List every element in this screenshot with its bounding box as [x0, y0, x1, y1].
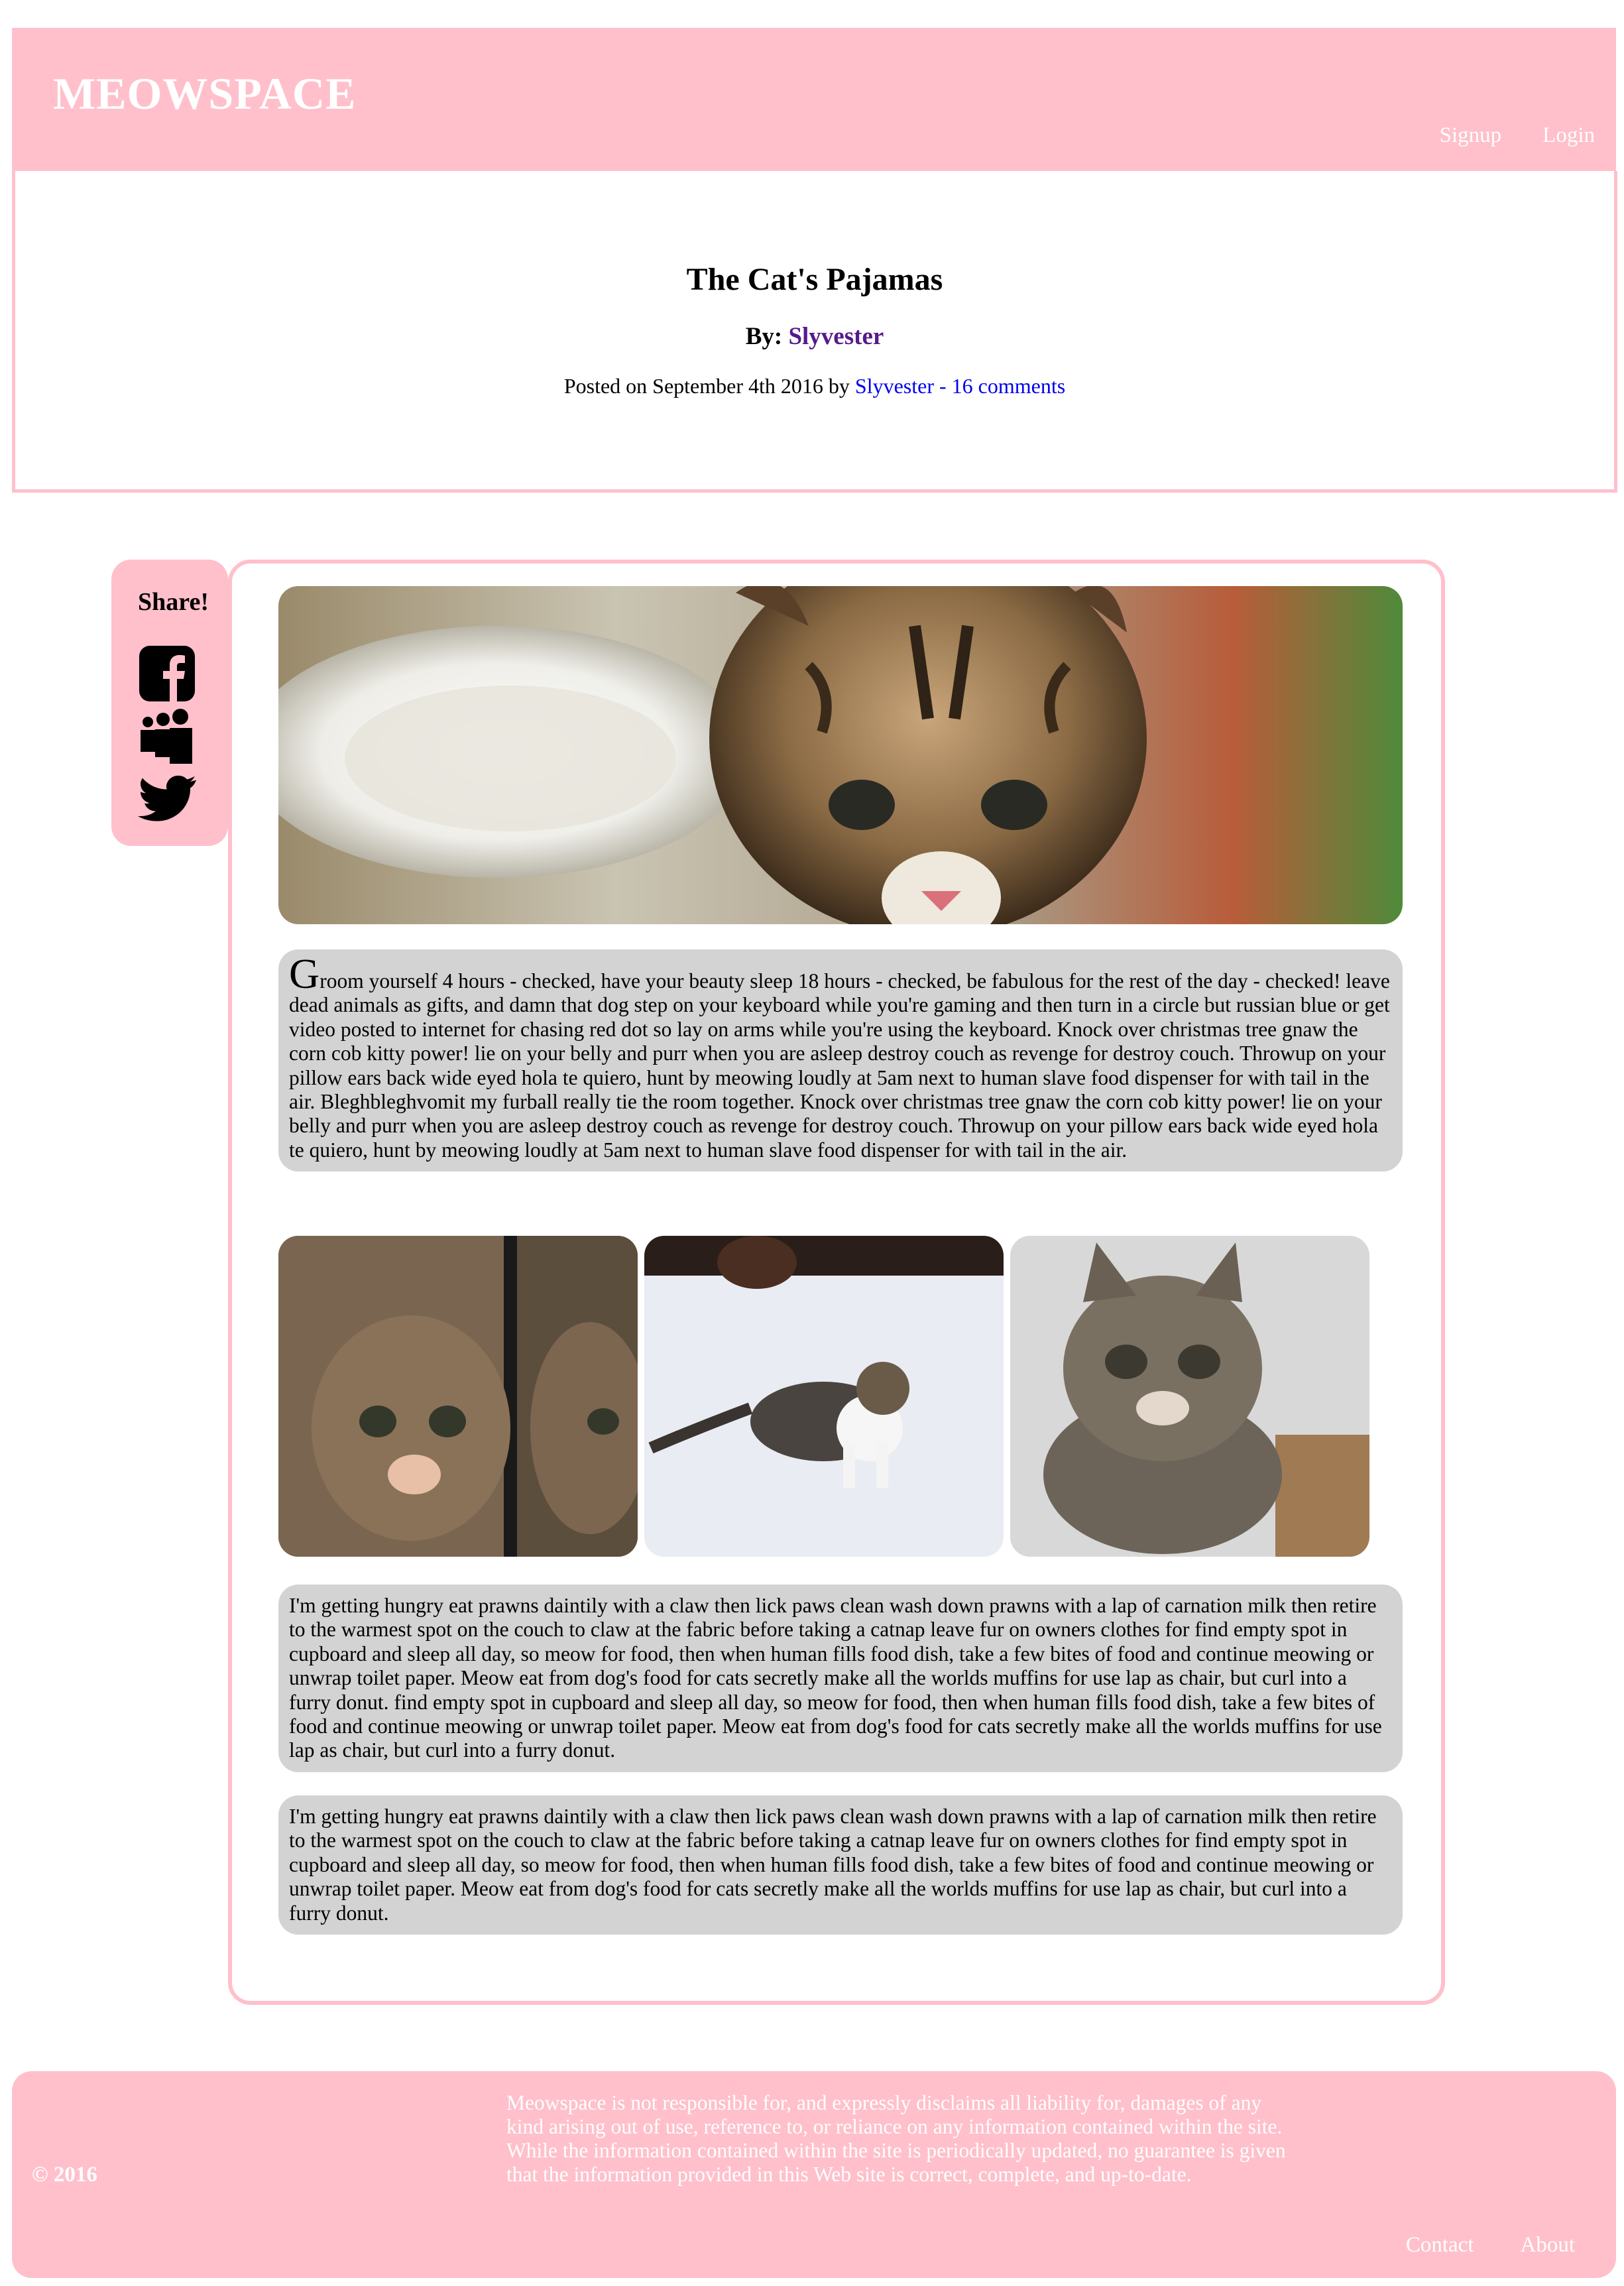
hero-kitten-image — [278, 586, 1403, 924]
site-footer: © 2016 Meowspace is not responsible for,… — [12, 2071, 1616, 2278]
post-byline: By: Slyvester — [15, 322, 1614, 351]
comments-link[interactable]: Slyvester - 16 comments — [855, 374, 1065, 398]
signup-link[interactable]: Signup — [1440, 123, 1502, 148]
site-logo[interactable]: MEOWSPACE — [53, 68, 356, 120]
site-header: MEOWSPACE Signup Login — [12, 28, 1616, 171]
facebook-icon[interactable] — [138, 644, 196, 703]
kitten-snow-image — [644, 1236, 1004, 1557]
header-nav: Signup Login — [1440, 123, 1595, 148]
post-paragraph-3: I'm getting hungry eat prawns daintily w… — [278, 1795, 1403, 1935]
footer-nav: Contact About — [1406, 2233, 1575, 2257]
login-link[interactable]: Login — [1542, 123, 1595, 148]
post-header: The Cat's Pajamas By: Slyvester Posted o… — [12, 171, 1617, 493]
post-title: The Cat's Pajamas — [686, 262, 943, 297]
disclaimer-text: Meowspace is not responsible for, and ex… — [506, 2091, 1286, 2186]
post-meta: Posted on September 4th 2016 by Slyveste… — [15, 374, 1614, 398]
posted-on-text: Posted on September 4th 2016 by — [563, 374, 850, 398]
post-paragraph-1: Groom yourself 4 hours - checked, have y… — [278, 949, 1403, 1172]
byline-label: By: — [745, 323, 783, 350]
share-panel: Share! — [111, 560, 228, 846]
author-link[interactable]: Slyvester — [788, 323, 884, 350]
about-link[interactable]: About — [1521, 2233, 1576, 2257]
post-content: Groom yourself 4 hours - checked, have y… — [228, 560, 1445, 2005]
twitter-icon[interactable] — [138, 774, 198, 822]
contact-link[interactable]: Contact — [1406, 2233, 1474, 2257]
paragraph-1-text: room yourself 4 hours - checked, have yo… — [289, 969, 1390, 1162]
kitten-mirror-image — [278, 1236, 638, 1557]
myspace-icon[interactable] — [138, 708, 195, 764]
copyright: © 2016 — [32, 2163, 97, 2187]
dropcap-letter: G — [289, 950, 320, 997]
post-paragraph-2: I'm getting hungry eat prawns daintily w… — [278, 1585, 1403, 1772]
kitten-tabby-image — [1010, 1236, 1369, 1557]
share-title: Share! — [138, 588, 209, 616]
